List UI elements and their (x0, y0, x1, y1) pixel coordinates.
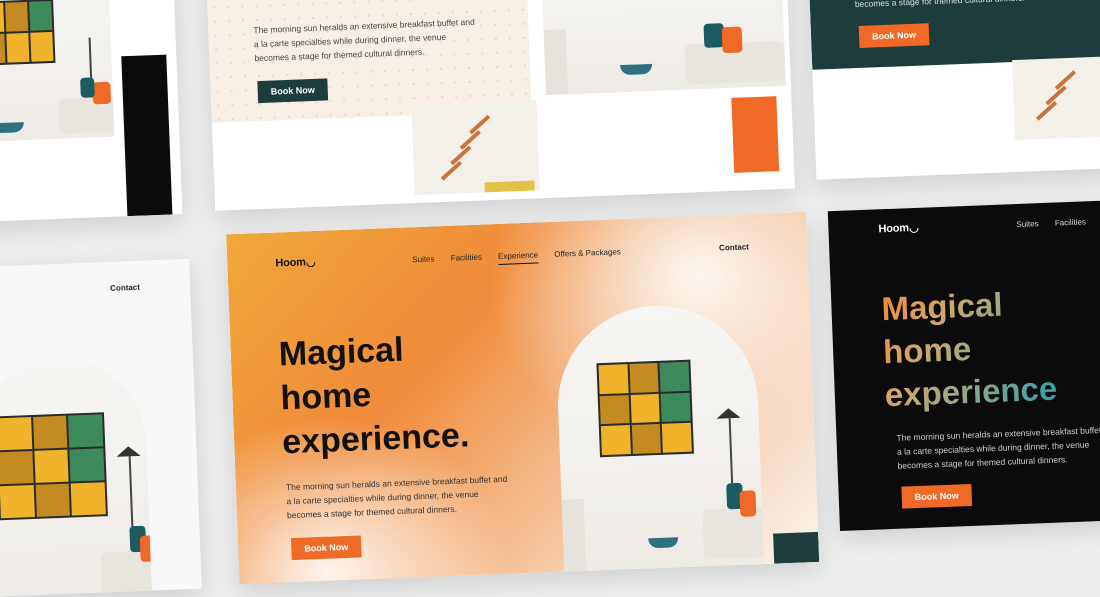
wall-art (0, 0, 56, 66)
brand-logo[interactable]: Hoom (878, 222, 920, 235)
book-now-button[interactable]: Book Now (901, 483, 973, 509)
card-bottom-left: Contact (0, 258, 202, 597)
staircase-image (411, 100, 540, 196)
nav-contact[interactable]: Contact (719, 242, 749, 252)
teal-block (773, 531, 820, 564)
brand-logo[interactable]: Hoom (275, 256, 316, 270)
main-nav: Suites Facilities (1016, 217, 1100, 229)
smile-logo-icon (306, 261, 316, 268)
book-now-button[interactable]: Book Now (290, 535, 362, 561)
card-top-right: a la carte specialties while during dinn… (807, 0, 1100, 180)
hero-description: a la carte specialties while during dinn… (854, 0, 1025, 10)
interior-image (0, 0, 115, 143)
interior-image (540, 0, 786, 96)
card-top-left (0, 0, 183, 223)
staircase-image (1012, 56, 1100, 141)
book-now-button[interactable]: Book Now (257, 78, 329, 104)
nav-item-facilities[interactable]: Facilities (1055, 217, 1086, 227)
hero-description: The morning sun heralds an extensive bre… (253, 16, 475, 64)
black-block (121, 54, 173, 217)
hero-title: Magical home experience (881, 281, 1058, 417)
wall-art (0, 412, 108, 521)
nav-item-experience[interactable]: Experience (497, 250, 539, 265)
book-now-button[interactable]: Book Now (858, 23, 930, 48)
hero-title: Magical home experience. (278, 330, 470, 462)
hero-title-fragment: exp (246, 0, 299, 1)
nav-item-suites[interactable]: Suites (1016, 219, 1039, 229)
orange-block (731, 96, 780, 173)
hero-description: The morning sun heralds an extensive bre… (896, 424, 1100, 471)
card-top-middle: exp The morning sun heralds an extensive… (206, 0, 795, 211)
wall-art (596, 359, 694, 458)
mockup-stage: exp The morning sun heralds an extensive… (0, 0, 1100, 597)
card-bottom-right: Hoom Suites Facilities Magical home expe… (827, 200, 1100, 532)
card-main: Hoom Suites Facilities Experience Offers… (226, 212, 820, 585)
nav-item-facilities[interactable]: Facilities (451, 253, 482, 263)
nav-contact[interactable]: Contact (110, 283, 140, 293)
arched-interior-image (554, 302, 765, 572)
nav-item-suites[interactable]: Suites (412, 254, 435, 264)
arched-interior-image (0, 355, 153, 597)
smile-logo-icon (909, 227, 920, 234)
